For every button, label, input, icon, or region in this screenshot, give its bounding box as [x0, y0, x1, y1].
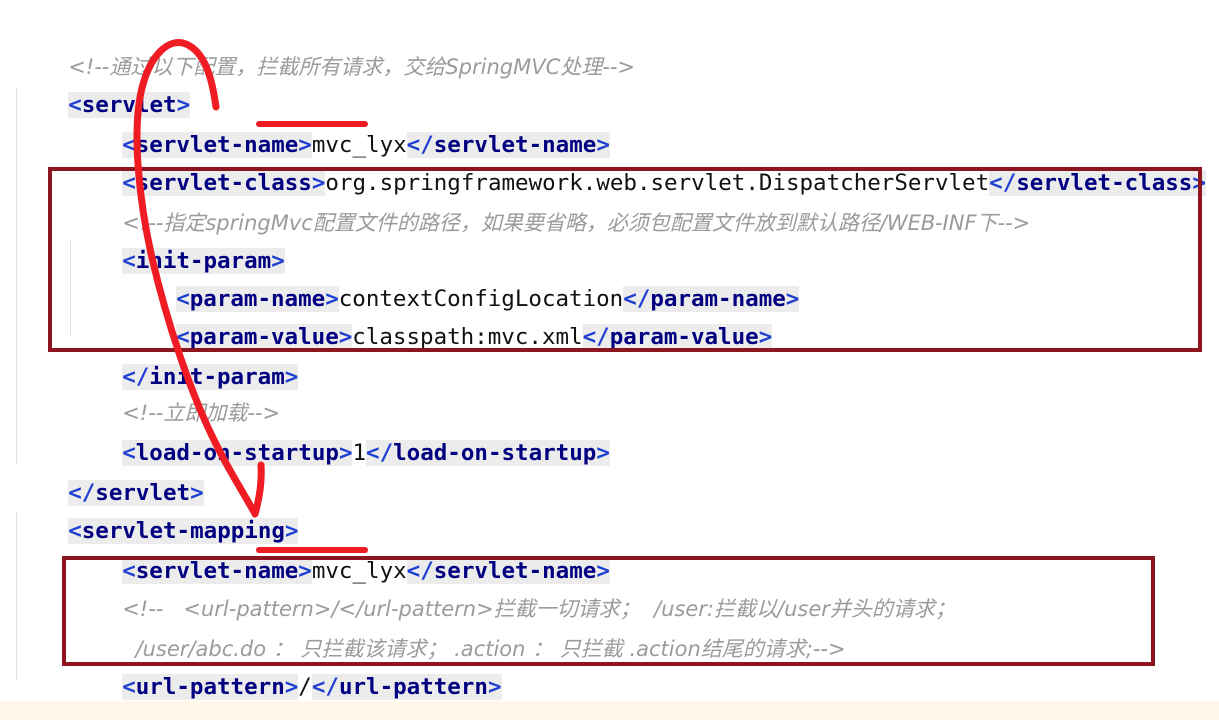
code-line-7: <param-name>contextConfigLocation</param… [0, 242, 800, 312]
code-line-15: <!-- <url-pattern>/</url-pattern>拦截一切请求；… [0, 552, 956, 621]
annotation-underline-servlet-name-2 [256, 547, 368, 553]
code-line-17: <url-pattern>/</url-pattern> [0, 630, 502, 700]
bracket-close: > [338, 440, 353, 466]
code-line-2: <servlet> [0, 48, 191, 118]
bottom-strip [0, 701, 1219, 720]
code-line-4: <servlet-class>org.springframework.web.s… [0, 126, 1206, 196]
code-line-5: <!--指定springMvc配置文件的路径，如果要省略，必须包配置文件放到默认… [0, 166, 1030, 235]
code-line-6: <init-param> [0, 204, 285, 274]
tag-param-value-end: param-value [609, 324, 759, 350]
code-line-8: <param-value>classpath:mvc.xml</param-va… [0, 280, 773, 350]
value-load-on-startup: 1 [352, 440, 367, 466]
code-line-9: </init-param> [0, 320, 299, 390]
bracket-open-end: </ [311, 674, 339, 700]
bracket-close-end: > [284, 364, 299, 390]
code-snippet-canvas: <!--通过以下配置，拦截所有请求，交给SpringMVC处理--> <serv… [0, 0, 1219, 720]
code-line-13: <servlet-mapping> [0, 474, 299, 544]
bracket-open-end: </ [582, 324, 610, 350]
code-line-11: <load-on-startup>1</load-on-startup> [0, 396, 610, 466]
bracket-close-end: > [487, 674, 502, 700]
bracket-close-end: > [785, 286, 800, 312]
value-param-value: classpath:mvc.xml [352, 324, 583, 350]
code-line-12: </servlet> [0, 436, 204, 506]
code-line-10: <!--立即加载--> [0, 356, 280, 425]
bracket-close-end: > [758, 324, 773, 350]
bracket-close-end: > [1192, 170, 1206, 196]
code-line-16: /user/abc.do ： 只拦截该请求； .action ： 只拦截 .ac… [0, 592, 846, 661]
tag-url-pattern-end: url-pattern [338, 674, 488, 700]
tag-load-on-startup-end: load-on-startup [393, 440, 597, 466]
code-line-1: <!--通过以下配置，拦截所有请求，交给SpringMVC处理--> [0, 10, 635, 79]
bracket-open-end: </ [366, 440, 394, 466]
bracket-close: > [338, 324, 353, 350]
tag-servlet-class-end: servlet-class [1016, 170, 1193, 196]
annotation-underline-servlet-name-1 [256, 121, 368, 127]
bracket-close-end: > [596, 440, 610, 466]
